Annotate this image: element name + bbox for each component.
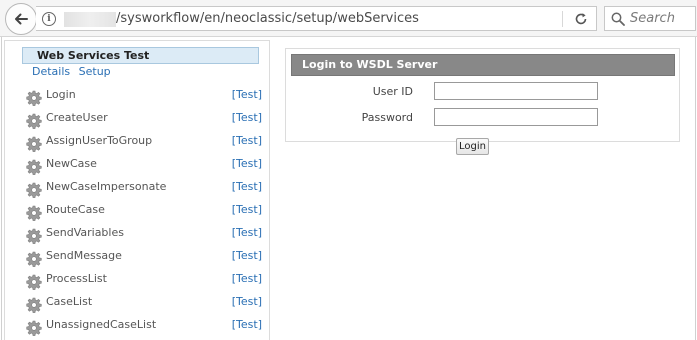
method-name: UnassignedCaseList xyxy=(46,318,157,331)
test-link[interactable]: [Test] xyxy=(232,88,262,101)
arrow-left-icon xyxy=(15,13,28,25)
method-name: RouteCase xyxy=(46,203,105,216)
method-row: ProcessList [Test] xyxy=(26,272,262,292)
method-name: SendMessage xyxy=(46,249,122,262)
method-name: CaseList xyxy=(46,295,93,308)
method-row: CaseList [Test] xyxy=(26,295,262,315)
method-row: AssignUserToGroup [Test] xyxy=(26,134,262,154)
gear-icon xyxy=(26,251,42,267)
gear-icon xyxy=(26,113,42,129)
gear-icon xyxy=(26,159,42,175)
gear-icon xyxy=(26,274,42,290)
method-row: SendVariables [Test] xyxy=(26,226,262,246)
gear-icon xyxy=(26,228,42,244)
search-placeholder: Search xyxy=(630,11,675,26)
test-link[interactable]: [Test] xyxy=(232,226,262,239)
method-row: NewCase [Test] xyxy=(26,157,262,177)
panel-tabs: Details Setup xyxy=(32,65,116,78)
back-button[interactable] xyxy=(5,3,37,35)
test-link[interactable]: [Test] xyxy=(232,134,262,147)
method-name: Login xyxy=(46,88,76,101)
tab-setup[interactable]: Setup xyxy=(79,65,111,78)
user-id-label: User ID xyxy=(372,85,413,98)
panel-title: Web Services Test xyxy=(22,47,259,64)
test-link[interactable]: [Test] xyxy=(232,180,262,193)
method-row: SendMessage [Test] xyxy=(26,249,262,269)
method-name: ProcessList xyxy=(46,272,107,285)
test-link[interactable]: [Test] xyxy=(232,203,262,216)
method-row: UnassignedCaseList [Test] xyxy=(26,318,262,338)
method-name: NewCase xyxy=(46,157,97,170)
info-icon[interactable]: i xyxy=(42,12,56,26)
browser-toolbar: i /sysworkflow/en/neoclassic/setup/webSe… xyxy=(0,0,697,37)
reload-icon xyxy=(575,13,587,25)
web-services-panel: Web Services Test Details Setup Login [Te… xyxy=(4,40,270,340)
gear-icon xyxy=(26,297,42,313)
method-row: Login [Test] xyxy=(26,88,262,108)
search-icon xyxy=(611,12,625,26)
test-link[interactable]: [Test] xyxy=(232,157,262,170)
user-id-input[interactable] xyxy=(434,82,598,100)
test-link[interactable]: [Test] xyxy=(232,272,262,285)
test-link[interactable]: [Test] xyxy=(232,318,262,331)
reload-button[interactable] xyxy=(571,9,591,29)
url-host-redacted xyxy=(64,12,116,27)
method-row: NewCaseImpersonate [Test] xyxy=(26,180,262,200)
login-header: Login to WSDL Server xyxy=(291,54,675,76)
url-divider xyxy=(562,11,563,27)
gear-icon xyxy=(26,90,42,106)
password-label: Password xyxy=(361,111,413,124)
method-name: SendVariables xyxy=(46,226,124,239)
login-panel: Login to WSDL Server User ID Password xyxy=(285,48,680,142)
search-input[interactable]: Search xyxy=(604,6,696,31)
url-text: /sysworkflow/en/neoclassic/setup/webServ… xyxy=(116,11,419,26)
test-link[interactable]: [Test] xyxy=(232,111,262,124)
password-input[interactable] xyxy=(434,108,598,126)
gear-icon xyxy=(26,320,42,336)
gear-icon xyxy=(26,182,42,198)
test-link[interactable]: [Test] xyxy=(232,249,262,262)
gear-icon xyxy=(26,205,42,221)
address-bar[interactable]: i /sysworkflow/en/neoclassic/setup/webSe… xyxy=(36,6,597,31)
method-row: RouteCase [Test] xyxy=(26,203,262,223)
test-link[interactable]: [Test] xyxy=(232,295,262,308)
gear-icon xyxy=(26,136,42,152)
login-button[interactable]: Login xyxy=(456,138,489,155)
method-name: AssignUserToGroup xyxy=(46,134,153,147)
method-row: CreateUser [Test] xyxy=(26,111,262,131)
tab-details[interactable]: Details xyxy=(32,65,70,78)
method-name: NewCaseImpersonate xyxy=(46,180,167,193)
method-name: CreateUser xyxy=(46,111,108,124)
